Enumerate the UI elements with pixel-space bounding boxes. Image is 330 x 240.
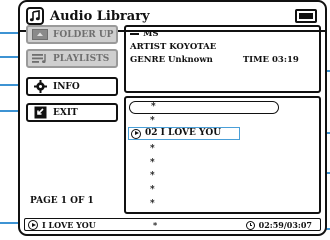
folder-up-button[interactable]: FOLDER UP [26, 25, 118, 44]
track-list: * * 02 I LOVE YOU * * * * * [124, 96, 321, 214]
exit-button[interactable]: EXIT [26, 103, 118, 122]
play-circle-icon [131, 128, 141, 139]
time-text: TIME 03:19 [242, 55, 299, 65]
artist-line: ARTIST KOYOTAE [130, 42, 217, 52]
genre-time-line: GENRE Unknown TIME 03:19 [130, 55, 299, 65]
folder-name: MS [143, 29, 159, 39]
playlists-label: PLAYLISTS [53, 53, 110, 64]
track-list-item-playing[interactable]: 02 I LOVE YOU [128, 127, 240, 140]
now-playing-status-bar: I LOVE YOU * 02:59/03:07 [24, 218, 321, 231]
clock-icon [245, 220, 255, 230]
elapsed-total-time: 02:59/03:07 [258, 220, 312, 230]
folder-name-line: MS [130, 29, 159, 39]
battery-icon [295, 9, 317, 23]
status-marker: * [153, 220, 158, 230]
now-playing: I LOVE YOU [28, 220, 96, 230]
track-info-panel: MS ARTIST KOYOTAE GENRE Unknown TIME 03:1… [124, 25, 321, 93]
info-button[interactable]: INFO [26, 77, 118, 96]
audio-library-window: Audio Library FOLDER UP PLAYLISTS INFO E… [18, 0, 327, 236]
genre-text: GENRE Unknown [130, 55, 213, 65]
folder-dash-icon [130, 32, 139, 35]
info-gear-icon [32, 80, 48, 93]
exit-label: EXIT [53, 107, 78, 118]
playlists-button[interactable]: PLAYLISTS [26, 49, 118, 68]
page-indicator: PAGE 1 OF 1 [30, 196, 94, 206]
music-note-icon [26, 7, 44, 25]
window-title: Audio Library [50, 9, 150, 24]
folder-icon [32, 28, 48, 41]
playback-time: 02:59/03:07 [245, 220, 312, 230]
play-circle-icon [28, 220, 38, 230]
folder-up-label: FOLDER UP [53, 29, 114, 40]
now-playing-title: I LOVE YOU [42, 220, 96, 230]
track-list-item[interactable]: * [129, 101, 279, 114]
exit-icon [32, 106, 48, 119]
info-label: INFO [53, 81, 80, 92]
playlist-icon [32, 52, 48, 65]
